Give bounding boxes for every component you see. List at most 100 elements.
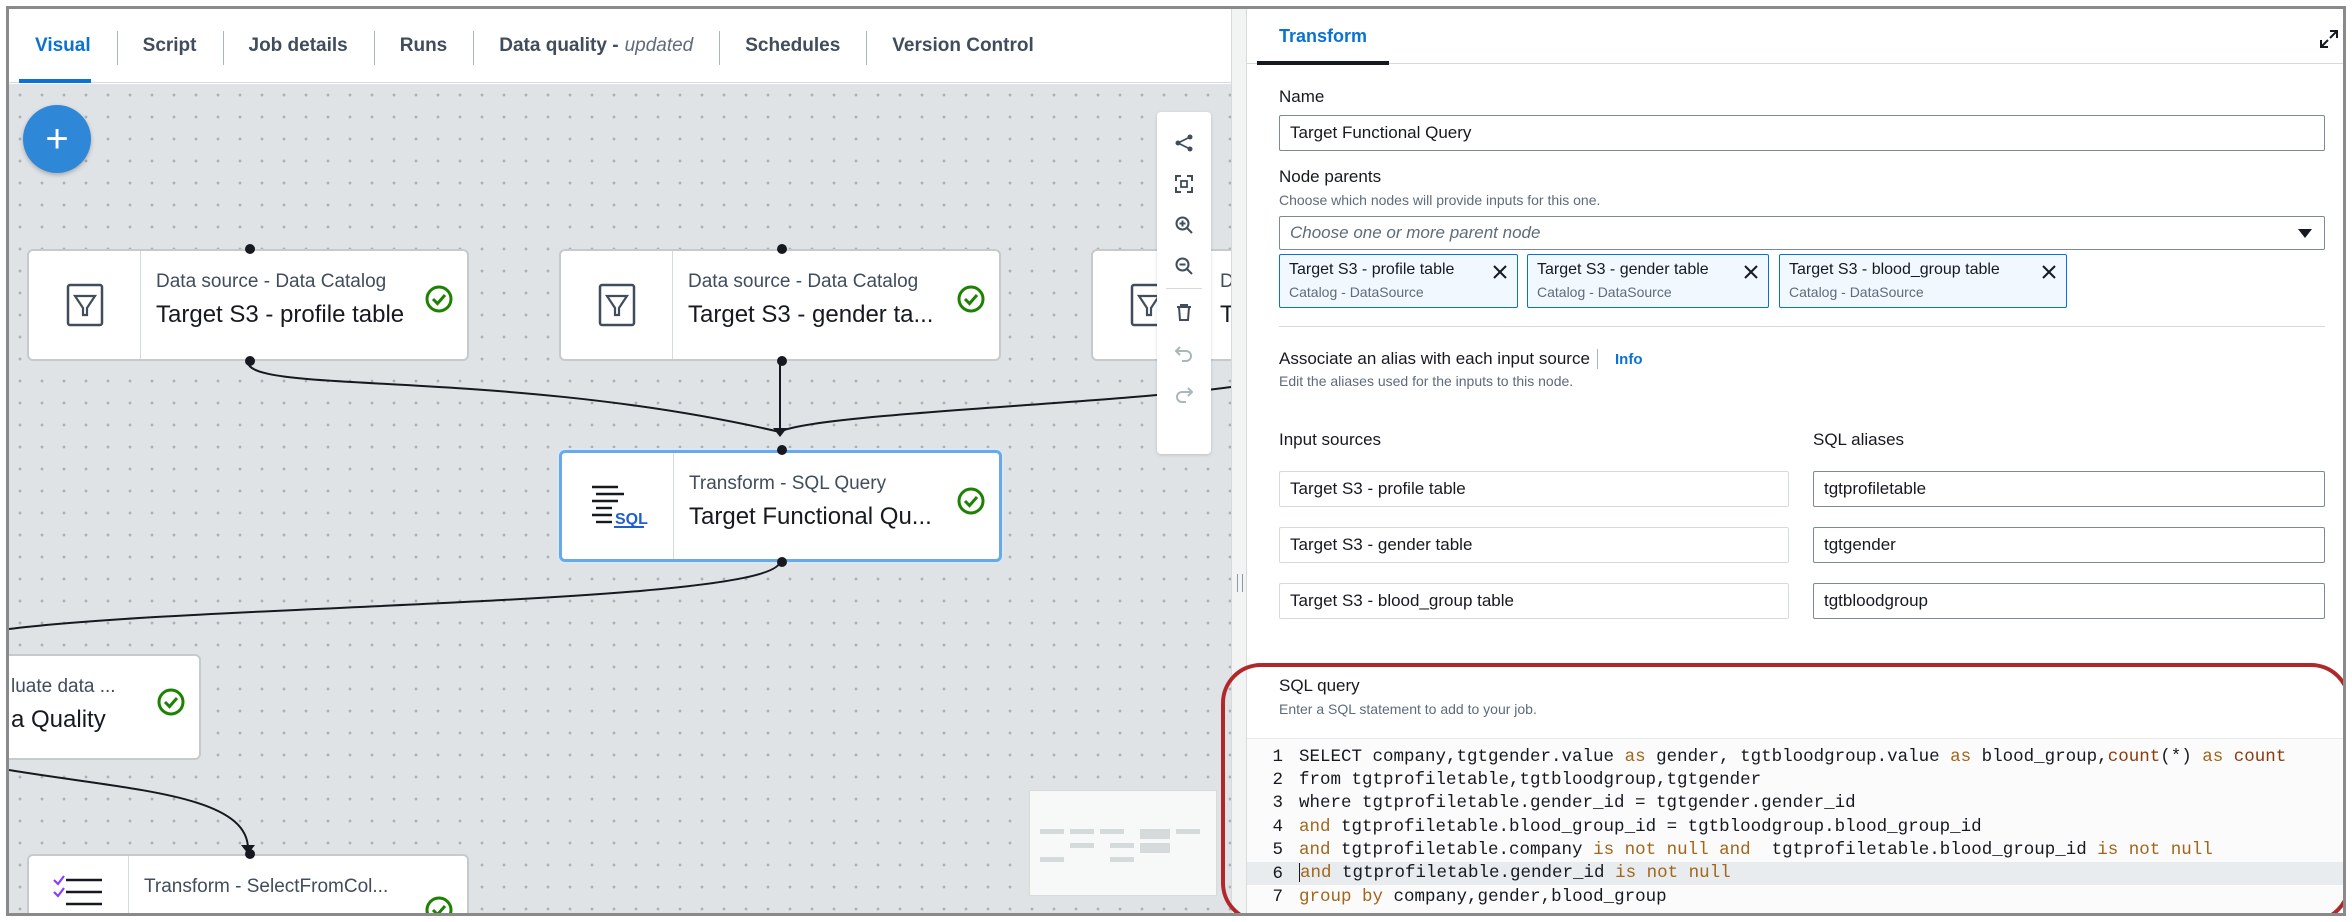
- sql-code-text: from tgtprofiletable,tgtbloodgroup,tgtge…: [1299, 769, 1762, 790]
- line-number: 6: [1272, 863, 1283, 884]
- input-source-row: Target S3 - profile table: [1279, 471, 1789, 507]
- remove-token-icon[interactable]: [1742, 263, 1760, 281]
- success-check-icon: [957, 487, 985, 515]
- sql-code-line[interactable]: 5 and tgtprofiletable.company is not null…: [1247, 839, 2343, 862]
- node-type: Data source - Data Catalog: [156, 271, 387, 292]
- app-window: Visual Script Job details Runs Data qual…: [6, 6, 2346, 916]
- sql-alias-input[interactable]: tgtbloodgroup: [1813, 583, 2325, 619]
- input-port[interactable]: [777, 244, 787, 254]
- output-port[interactable]: [777, 356, 787, 366]
- node-sql-query[interactable]: SQL Transform - SQL Query Target Functio…: [559, 445, 1002, 567]
- remove-token-icon[interactable]: [1491, 263, 1509, 281]
- line-number: 5: [1272, 840, 1283, 861]
- layout-graph-icon[interactable]: [1157, 122, 1211, 163]
- node-gender-table[interactable]: Data source - Data Catalog Target S3 - g…: [559, 244, 1001, 366]
- name-label: Name: [1279, 87, 1325, 106]
- sql-query-description: Enter a SQL statement to add to your job…: [1279, 701, 1537, 717]
- node-name: Target S3 - profile table: [156, 301, 405, 328]
- input-port[interactable]: [245, 244, 255, 254]
- sql-code-text: and tgtprofiletable.blood_group_id = tgt…: [1299, 816, 1982, 837]
- parent-token-profile: Target S3 - profile table Catalog - Data…: [1279, 254, 1518, 308]
- node-evaluate-data-quality[interactable]: luate data ... a Quality: [9, 654, 201, 760]
- canvas-toolbar: [1157, 112, 1211, 454]
- token-sublabel: Catalog - DataSource: [1289, 284, 1424, 300]
- sql-code-line[interactable]: 3 where tgtprofiletable.gender_id = tgtge…: [1247, 792, 2343, 815]
- add-node-button[interactable]: +: [23, 105, 91, 173]
- sql-code-line[interactable]: 4 and tgtprofiletable.blood_group_id = tg…: [1247, 815, 2343, 838]
- sql-code-text: and tgtprofiletable.gender_id is not nul…: [1299, 863, 1731, 884]
- output-port[interactable]: [245, 356, 255, 366]
- node-parents-select[interactable]: Choose one or more parent node: [1279, 216, 2325, 250]
- sql-code-text: group by company,gender,blood_group: [1299, 886, 1667, 907]
- minimap-preview: [1040, 829, 1200, 862]
- sql-icon: SQL: [562, 453, 674, 559]
- node-type: Transform - SQL Query: [689, 473, 887, 494]
- success-check-icon: [957, 285, 985, 313]
- sql-code-text: SELECT company,tgtgender.value as gender…: [1299, 746, 2287, 767]
- sql-code-text: where tgtprofiletable.gender_id = tgtgen…: [1299, 793, 1856, 814]
- node-profile-table[interactable]: Data source - Data Catalog Target S3 - p…: [27, 244, 469, 366]
- sql-alias-input[interactable]: tgtprofiletable: [1813, 471, 2325, 507]
- tab-visual[interactable]: Visual: [9, 9, 117, 83]
- graph-canvas[interactable]: + Data source - Data Catalog Target S3 -…: [9, 84, 1231, 913]
- resize-grip-icon: [1237, 574, 1243, 592]
- sql-aliases-header: SQL aliases: [1813, 430, 1905, 449]
- delete-icon[interactable]: [1157, 291, 1211, 332]
- info-separator: [1597, 349, 1598, 369]
- node-name: Target S3 - gender ta...: [688, 301, 934, 328]
- tab-schedules[interactable]: Schedules: [719, 9, 866, 83]
- tab-version-control[interactable]: Version Control: [866, 9, 1059, 83]
- sql-code-line[interactable]: 2 from tgtprofiletable,tgtbloodgroup,tgtg…: [1247, 768, 2343, 791]
- select-icon: [29, 856, 129, 913]
- success-check-icon: [425, 285, 453, 313]
- name-input[interactable]: Target Functional Query: [1279, 115, 2325, 151]
- tab-script[interactable]: Script: [116, 9, 223, 83]
- node-type: D: [1220, 271, 1231, 293]
- sql-alias-input[interactable]: tgtgender: [1813, 527, 2325, 563]
- remove-token-icon[interactable]: [2040, 263, 2058, 281]
- catalog-icon: [29, 251, 141, 359]
- sql-icon-text: SQL: [615, 511, 648, 528]
- caret-down-icon: [2298, 229, 2312, 238]
- info-link[interactable]: Info: [1615, 351, 1643, 368]
- node-parents-placeholder: Choose one or more parent node: [1290, 223, 1541, 242]
- node-type: Transform - SelectFromCol...: [144, 876, 389, 897]
- input-port[interactable]: [245, 849, 255, 859]
- token-label: Target S3 - gender table: [1537, 261, 1709, 278]
- sql-editor[interactable]: 1 SELECT company,tgtgender.value as gende…: [1247, 738, 2343, 913]
- line-number: 1: [1272, 746, 1283, 767]
- input-port[interactable]: [777, 445, 787, 455]
- node-parents-description: Choose which nodes will provide inputs f…: [1279, 192, 1601, 208]
- undo-icon[interactable]: [1157, 332, 1211, 373]
- node-select-from-collection[interactable]: Transform - SelectFromCol...: [27, 849, 469, 913]
- token-sublabel: Catalog - DataSource: [1537, 284, 1672, 300]
- sql-code-line[interactable]: 7 group by company,gender,blood_group: [1247, 885, 2343, 908]
- success-check-icon: [425, 896, 453, 913]
- sql-code-line[interactable]: 6 and tgtprofiletable.gender_id is not nu…: [1247, 862, 2343, 885]
- sql-query-label: SQL query: [1279, 676, 1360, 695]
- panel-tabbar: Transform: [1247, 9, 2343, 65]
- redo-icon[interactable]: [1157, 373, 1211, 414]
- panel-resizer[interactable]: [1231, 9, 1247, 913]
- line-number: 7: [1272, 886, 1283, 907]
- node-type: Data source - Data Catalog: [688, 271, 919, 292]
- catalog-icon: [561, 251, 673, 359]
- minimap[interactable]: [1029, 790, 1217, 896]
- alias-description: Edit the aliases used for the inputs to …: [1279, 373, 1574, 389]
- expand-icon[interactable]: [2319, 29, 2339, 49]
- parent-token-gender: Target S3 - gender table Catalog - DataS…: [1527, 254, 1769, 308]
- tab-data-quality[interactable]: Data quality - updated: [473, 9, 719, 83]
- tab-transform[interactable]: Transform: [1257, 9, 1390, 65]
- fit-to-screen-icon[interactable]: [1157, 163, 1211, 204]
- input-source-row: Target S3 - blood_group table: [1279, 583, 1789, 619]
- sql-code-line[interactable]: 1 SELECT company,tgtgender.value as gende…: [1247, 745, 2343, 768]
- token-label: Target S3 - blood_group table: [1789, 261, 2000, 278]
- zoom-out-icon[interactable]: [1157, 245, 1211, 286]
- tab-job-details[interactable]: Job details: [222, 9, 374, 83]
- zoom-in-icon[interactable]: [1157, 204, 1211, 245]
- transform-panel: Transform Name Target Functional Query N…: [1247, 9, 2343, 913]
- output-port[interactable]: [777, 557, 787, 567]
- tab-data-quality-label: Data quality -: [499, 34, 619, 56]
- token-label: Target S3 - profile table: [1289, 261, 1455, 278]
- tab-runs[interactable]: Runs: [373, 9, 474, 83]
